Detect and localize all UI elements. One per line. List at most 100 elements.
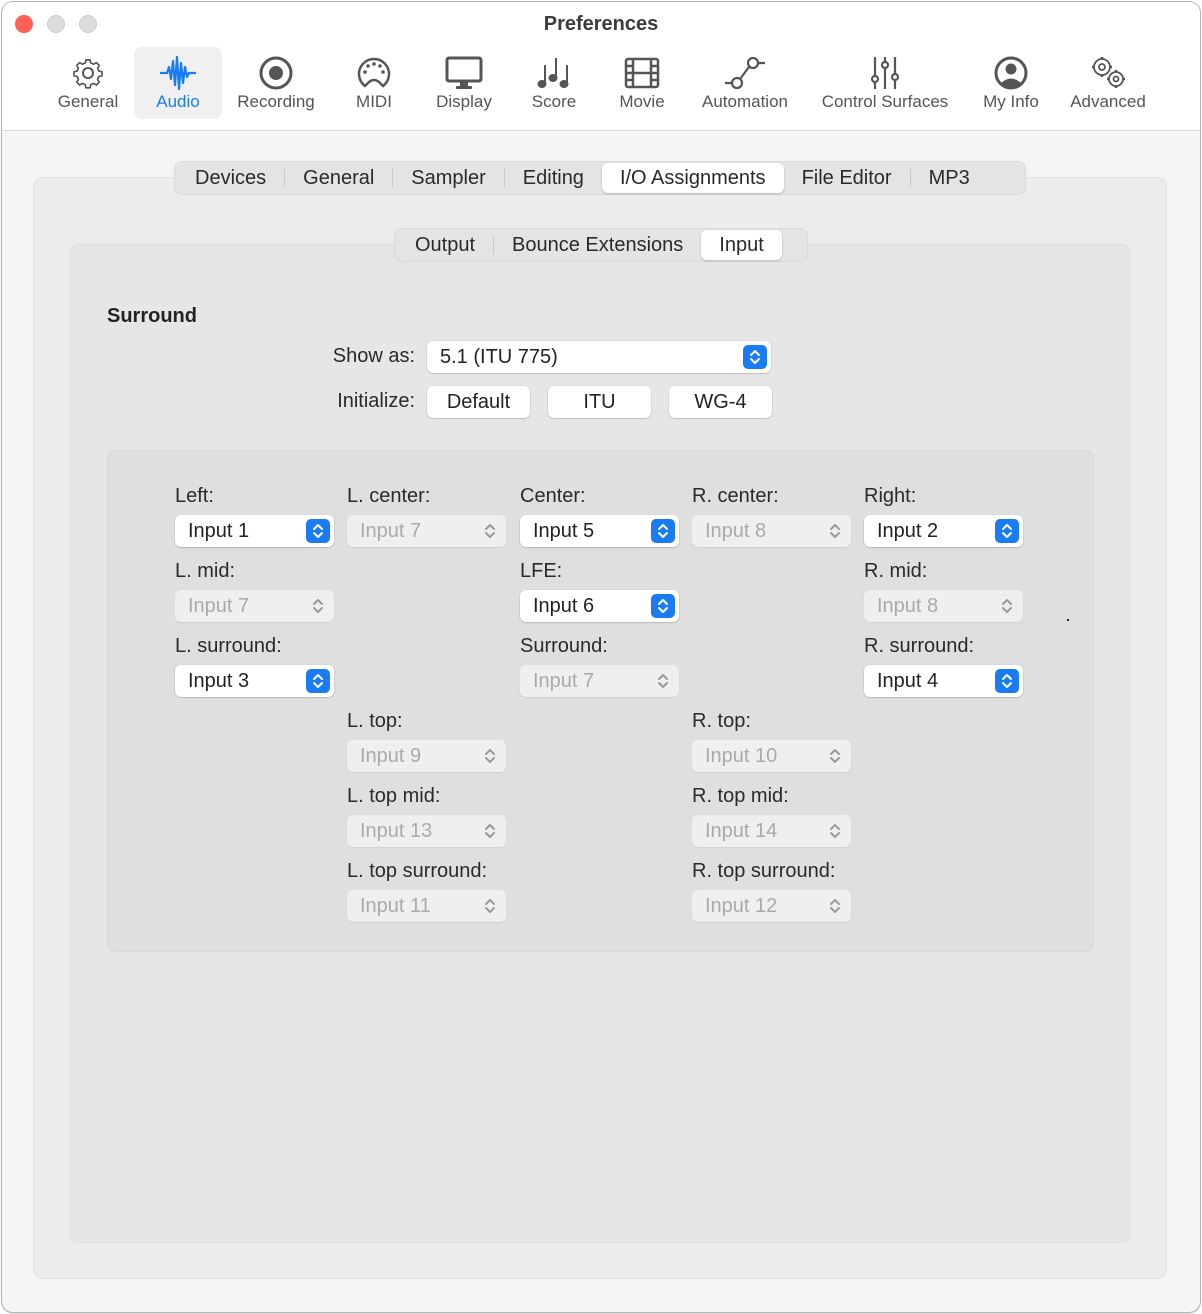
selected-input-value: Input 13: [360, 820, 433, 842]
l-center-input-popup: Input 7: [347, 515, 506, 547]
selected-input-value: Input 8: [877, 595, 939, 617]
selected-input-value: Input 7: [188, 595, 250, 617]
toolbar-label: Recording: [237, 92, 315, 111]
r-top-surround-label: R. top surround:: [692, 860, 836, 882]
toolbar-label: MIDI: [356, 92, 392, 111]
selected-input-value: Input 5: [533, 520, 595, 542]
up-down-chevron-icon: [995, 519, 1019, 543]
sliders-icon: [870, 57, 900, 89]
subtab-input[interactable]: Input: [701, 230, 782, 260]
up-down-chevron-icon: [830, 824, 840, 838]
tab-general[interactable]: General: [285, 163, 392, 193]
r-top-surround-input-popup: Input 12: [692, 890, 851, 922]
up-down-chevron-icon: [995, 669, 1019, 693]
initialize-label: Initialize:: [337, 390, 415, 412]
midi-port-icon: [357, 57, 391, 88]
selected-input-value: Input 6: [533, 595, 595, 617]
surround-input-popup: Input 7: [520, 665, 679, 697]
l-top-label: L. top:: [347, 710, 403, 732]
up-down-chevron-icon: [830, 524, 840, 538]
toolbar-item-automation[interactable]: Automation: [690, 47, 800, 119]
toolbar-label: Audio: [156, 92, 200, 111]
show-as-value: 5.1 (ITU 775): [440, 346, 558, 368]
up-down-chevron-icon: [485, 749, 495, 763]
lfe-label: LFE:: [520, 560, 563, 582]
selected-input-value: Input 4: [877, 670, 939, 692]
toolbar-item-recording[interactable]: Recording: [226, 47, 326, 119]
selected-input-value: Input 7: [533, 670, 595, 692]
left-input-popup[interactable]: Input 1: [175, 515, 334, 547]
r-center-input-popup: Input 8: [692, 515, 851, 547]
selected-input-value: Input 8: [705, 520, 767, 542]
r-surround-input-popup[interactable]: Input 4: [864, 665, 1023, 697]
toolbar-label: Automation: [702, 92, 788, 111]
r-top-mid-input-popup: Input 14: [692, 815, 851, 847]
up-down-chevron-icon: [313, 599, 323, 613]
toolbar-label: Control Surfaces: [821, 92, 949, 111]
up-down-chevron-icon: [306, 519, 330, 543]
l-top-surround-label: L. top surround:: [347, 860, 488, 882]
show-as-label: Show as:: [332, 345, 415, 367]
l-surround-input-popup[interactable]: Input 3: [175, 665, 334, 697]
center-label: Center:: [520, 485, 586, 507]
initialize-itu-button[interactable]: ITU: [548, 386, 651, 418]
r-surround-label: R. surround:: [864, 635, 975, 657]
tab-file-editor[interactable]: File Editor: [784, 163, 910, 193]
surround-label: Surround:: [520, 635, 608, 657]
io-subtabs: Output Bounce Extensions Input: [394, 228, 808, 262]
toolbar-item-advanced[interactable]: Advanced: [1060, 47, 1156, 119]
center-input-popup[interactable]: Input 5: [520, 515, 679, 547]
tab-io-assignments[interactable]: I/O Assignments: [601, 163, 784, 193]
up-down-chevron-icon: [485, 824, 495, 838]
gears-icon: [1092, 57, 1125, 88]
selected-input-value: Input 3: [188, 670, 250, 692]
show-as-popup[interactable]: 5.1 (ITU 775): [427, 341, 771, 373]
l-top-input-popup: Input 9: [347, 740, 506, 772]
subtab-output[interactable]: Output: [397, 230, 493, 260]
film-icon: [624, 57, 660, 89]
toolbar-item-audio[interactable]: Audio: [134, 47, 222, 119]
tab-editing[interactable]: Editing: [505, 163, 602, 193]
tab-devices[interactable]: Devices: [177, 163, 284, 193]
selected-input-value: Input 11: [360, 895, 431, 917]
right-input-popup[interactable]: Input 2: [864, 515, 1023, 547]
up-down-chevron-icon: [830, 749, 840, 763]
r-mid-label: R. mid:: [864, 560, 928, 582]
window-title: Preferences: [543, 13, 659, 35]
toolbar-label: Movie: [619, 92, 665, 111]
toolbar-item-my-info[interactable]: My Info: [972, 47, 1050, 119]
up-down-chevron-icon: [658, 674, 668, 688]
toolbar-label: My Info: [983, 92, 1039, 111]
r-top-input-popup: Input 10: [692, 740, 851, 772]
tab-mp3[interactable]: MP3: [911, 163, 988, 193]
title-bar: Preferences General Audio Recording MIDI: [2, 2, 1200, 131]
toolbar-label: General: [57, 92, 119, 111]
initialize-default-button[interactable]: Default: [427, 386, 530, 418]
up-down-chevron-icon: [743, 345, 767, 369]
toolbar-item-midi[interactable]: MIDI: [338, 47, 410, 119]
r-mid-input-popup: Input 8: [864, 590, 1023, 622]
l-surround-label: L. surround:: [175, 635, 282, 657]
subtab-bounce-extensions[interactable]: Bounce Extensions: [494, 230, 701, 260]
music-notes-icon: [537, 58, 569, 88]
selected-input-value: Input 1: [188, 520, 250, 542]
toolbar-item-display[interactable]: Display: [422, 47, 506, 119]
selected-input-value: Input 10: [705, 745, 778, 767]
up-down-chevron-icon: [1002, 599, 1012, 613]
toolbar-item-general[interactable]: General: [46, 47, 130, 119]
preferences-toolbar: General Audio Recording MIDI Display Sco…: [2, 47, 1200, 119]
tab-sampler[interactable]: Sampler: [393, 163, 503, 193]
toolbar-item-control-surfaces[interactable]: Control Surfaces: [808, 47, 962, 119]
lfe-input-popup[interactable]: Input 6: [520, 590, 679, 622]
r-center-label: R. center:: [692, 485, 779, 507]
selected-input-value: Input 7: [360, 520, 422, 542]
up-down-chevron-icon: [306, 669, 330, 693]
toolbar-item-score[interactable]: Score: [516, 47, 592, 119]
up-down-chevron-icon: [485, 524, 495, 538]
r-top-mid-label: R. top mid:: [692, 785, 789, 807]
toolbar-label: Score: [531, 92, 577, 111]
toolbar-item-movie[interactable]: Movie: [606, 47, 678, 119]
person-circle-icon: [994, 56, 1028, 90]
initialize-wg4-button[interactable]: WG-4: [669, 386, 772, 418]
up-down-chevron-icon: [485, 899, 495, 913]
